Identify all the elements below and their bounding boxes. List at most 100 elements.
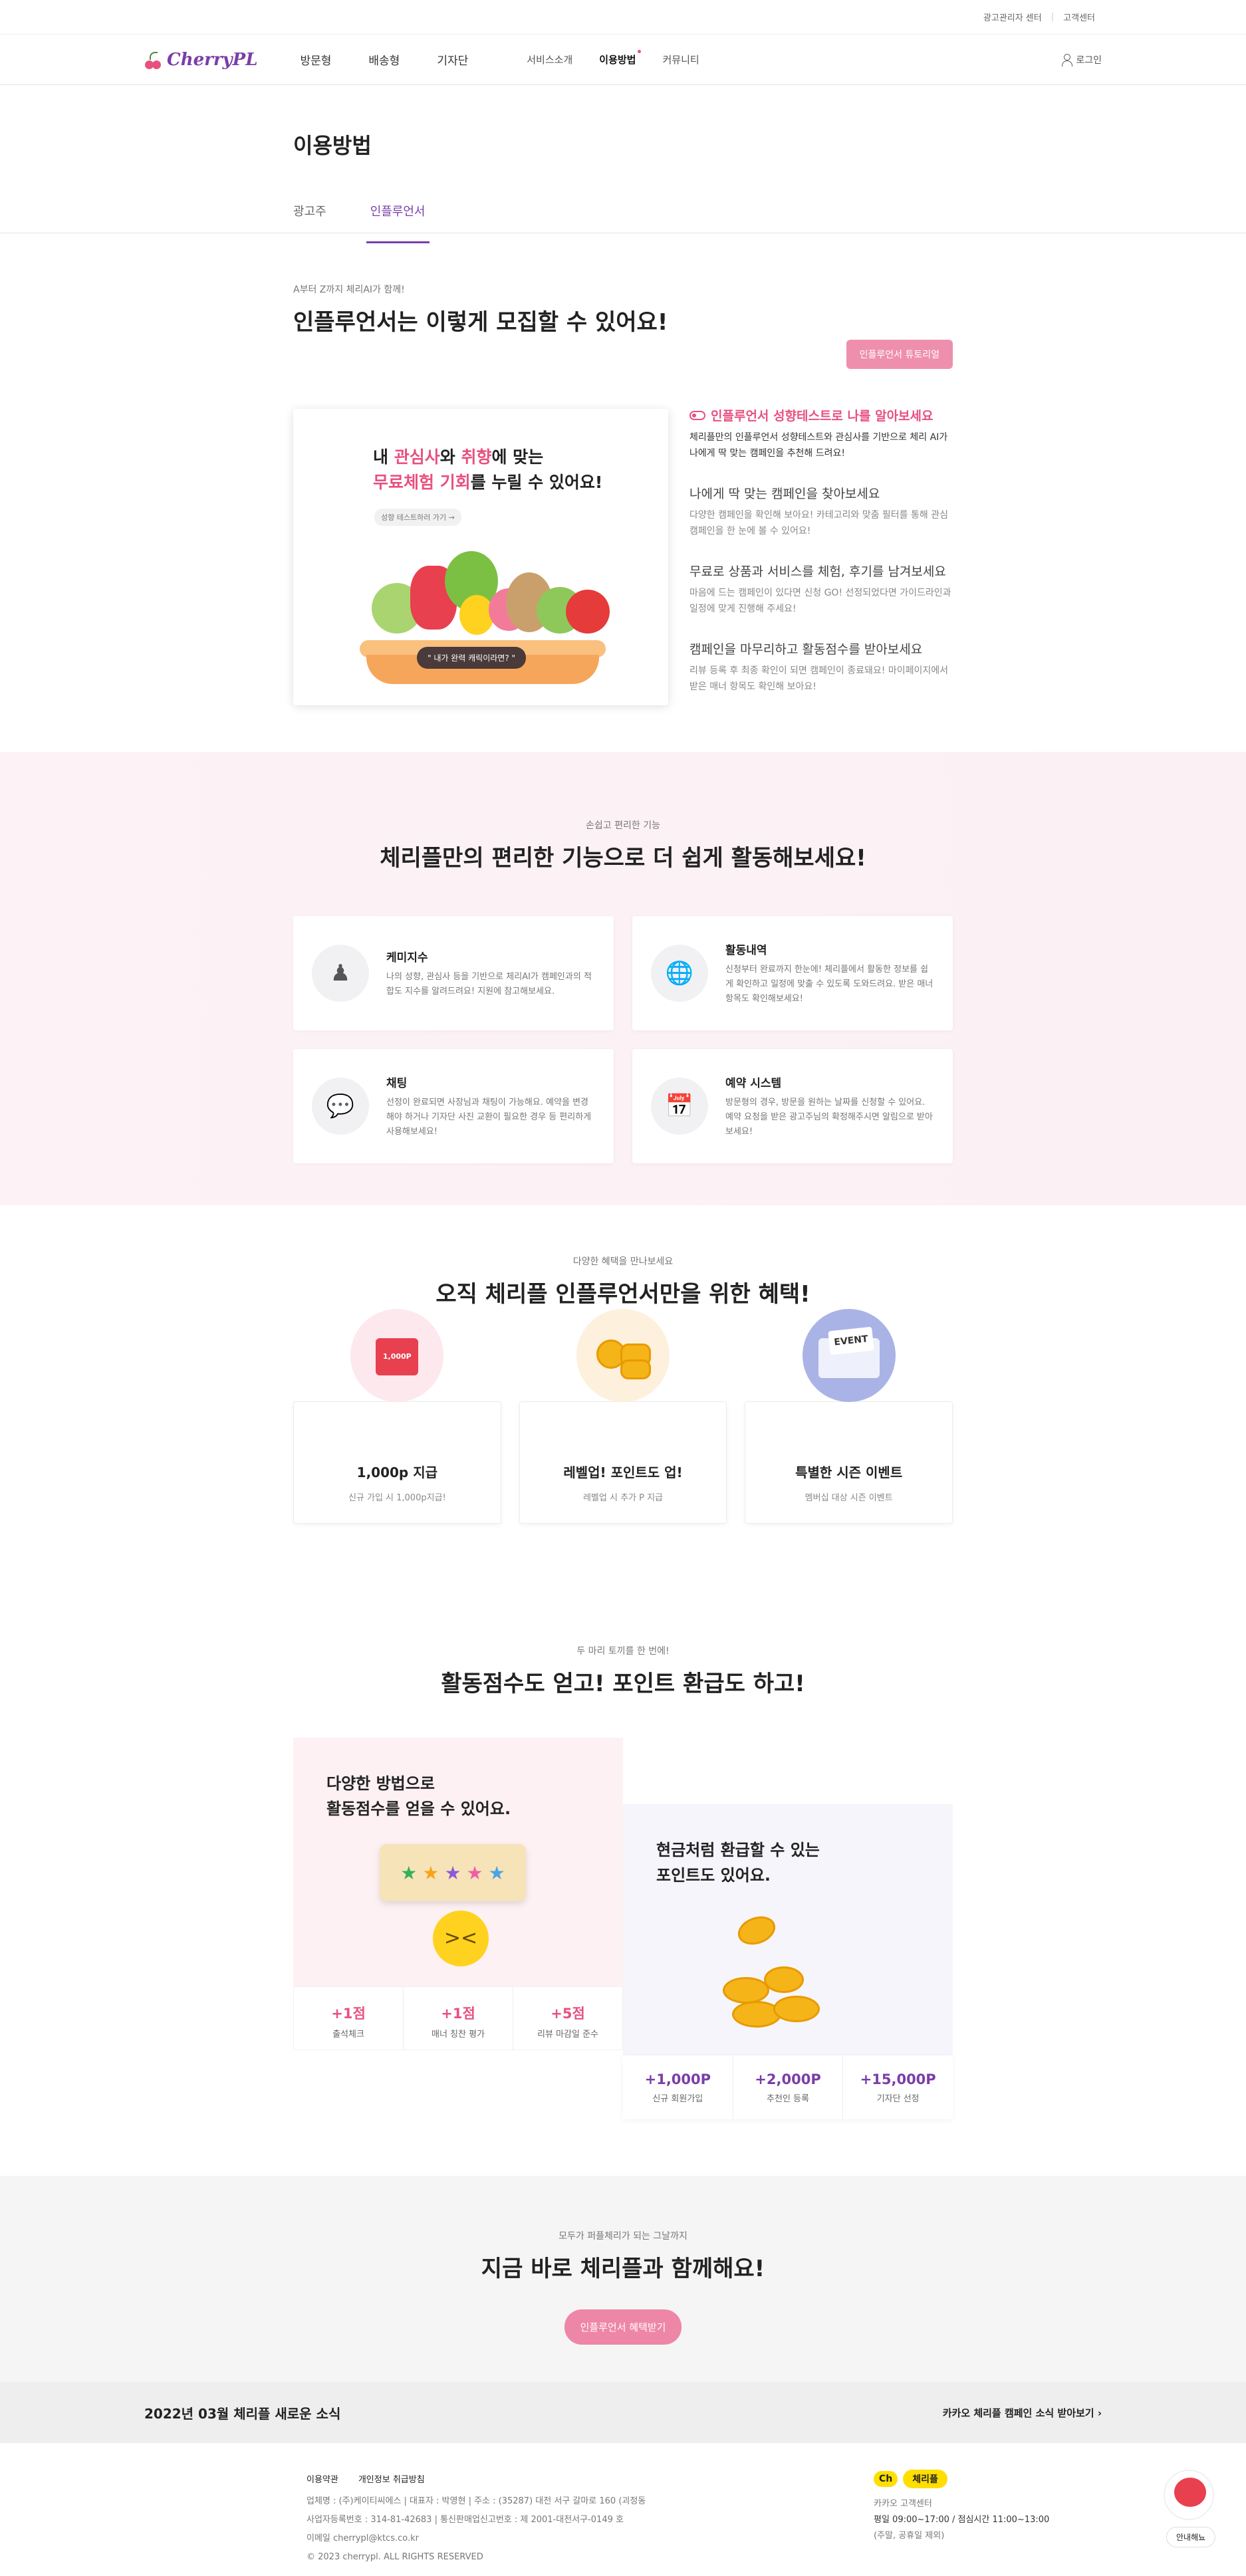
laughing-emoji-icon: >< bbox=[433, 1911, 489, 1966]
feature-desc: 나의 성향, 관심사 등을 기반으로 체리AI가 캠페인과의 적합도 지수를 알… bbox=[386, 971, 592, 996]
feature-card: 📅 예약 시스템방문형의 경우, 방문을 원하는 날짜를 신청할 수 있어요. … bbox=[632, 1049, 953, 1163]
cherry-icon bbox=[144, 51, 163, 69]
chat-icon: 💬 bbox=[312, 1078, 369, 1135]
login-link[interactable]: 로그인 bbox=[1061, 53, 1102, 66]
tab-bar: 광고주 인플루언서 bbox=[293, 202, 953, 243]
star-icon: ★ bbox=[444, 1861, 461, 1884]
benefit-card: 1,000P 1,000p 지급 신규 가입 시 1,000p지급! bbox=[293, 1309, 501, 1524]
event-badge: EVENT bbox=[827, 1326, 874, 1355]
nav-service-intro[interactable]: 서비스소개 bbox=[527, 53, 572, 66]
ad-manager-link[interactable]: 광고관리자 센터 bbox=[983, 11, 1042, 23]
people-icon: ♟ bbox=[312, 945, 369, 1002]
stat-item: +15,000P 기자단 선정 bbox=[860, 2071, 936, 2104]
sub-nav: 서비스소개 이용방법 커뮤니티 bbox=[527, 50, 699, 66]
nav-delivery[interactable]: 배송형 bbox=[368, 51, 400, 68]
points-panels: 다양한 방법으로 활동점수를 얻을 수 있어요. ★ ★ ★ ★ ★ >< +1점 출석체크… bbox=[293, 1738, 953, 2119]
step-item: 나에게 딱 맞는 캠페인을 찾아보세요 다양한 캠페인을 확인해 보아요! 카테… bbox=[689, 484, 953, 539]
benefits-section: 다양한 혜택을 만나보세요 오직 체리플 인플루언서만을 위한 혜택! 1,00… bbox=[0, 1205, 1246, 1604]
kakao-subscribe-link[interactable]: 카카오 체리플 캠페인 소식 받아보기 › bbox=[943, 2406, 1102, 2420]
recruit-illustration: 내 관심사와 취향에 맞는 무료체험 기회를 누릴 수 있어요! 성향 테스트하… bbox=[293, 409, 668, 705]
illustration-bubble: " 내가 완력 캐릭이라면? " bbox=[417, 647, 527, 669]
utility-bar: 광고관리자 센터 | 고객센터 bbox=[0, 0, 1246, 35]
feature-title: 채팅 bbox=[386, 1076, 408, 1090]
fruit-character bbox=[566, 590, 610, 634]
feature-desc: 신청부터 완료까지 한눈에! 체리플에서 활동한 정보를 쉽게 확인하고 일정에… bbox=[725, 964, 934, 1004]
footer: 이용약관 개인정보 취급방침 업체명 : (주)케이티씨에스 | 대표자 : 박… bbox=[0, 2443, 1246, 2576]
star-icon: ★ bbox=[422, 1861, 439, 1884]
logo[interactable]: CherryPL bbox=[144, 50, 257, 70]
cta-kicker: 모두가 퍼플체리가 되는 그날까지 bbox=[559, 2231, 687, 2242]
feature-title: 예약 시스템 bbox=[725, 1076, 782, 1090]
step-desc: 마음에 드는 캠페인이 있다면 신청 GO! 선정되었다면 가이드라인과 일정에… bbox=[689, 588, 951, 614]
features-kicker: 손쉽고 편리한 기능 bbox=[586, 820, 660, 831]
recruit-title: 인플루언서는 이렇게 모집할 수 있어요! bbox=[293, 309, 668, 336]
terms-link[interactable]: 이용약관 bbox=[307, 2472, 338, 2485]
guide-button[interactable]: 안내해뇨 bbox=[1166, 2527, 1216, 2547]
globe-search-icon: 🌐 bbox=[651, 945, 708, 1002]
mascot-chat-icon[interactable] bbox=[1164, 2470, 1214, 2520]
coins-icon bbox=[576, 1309, 670, 1402]
page-header: 이용방법 광고주 인플루언서 bbox=[0, 129, 1246, 243]
step-item: 인플루언서 성향테스트로 나를 알아보세요 체리플만의 인플루언서 성향테스트와… bbox=[689, 406, 953, 461]
benefit-title: 레벨업! 포인트도 업! bbox=[563, 1464, 683, 1480]
step-title: 인플루언서 성향테스트로 나를 알아보세요 bbox=[711, 409, 934, 423]
cash-points-heading: 현금처럼 환급할 수 있는 포인트도 있어요. bbox=[656, 1841, 820, 1885]
features-section: 손쉽고 편리한 기능 체리플만의 편리한 기능으로 더 쉽게 활동해보세요! ♟… bbox=[0, 752, 1246, 1205]
kakao-cs: Ch 체리플 카카오 고객센터 평일 09:00~17:00 / 점심시간 11… bbox=[874, 2470, 1049, 2544]
feature-card: 💬 채팅선정이 완료되면 사장님과 채팅이 가능해요. 예약을 변경해야 하거나… bbox=[293, 1049, 614, 1163]
benefit-title: 1,000p 지급 bbox=[356, 1464, 437, 1480]
nav-community[interactable]: 커뮤니티 bbox=[662, 53, 699, 66]
star-icon: ★ bbox=[400, 1861, 418, 1884]
tutorial-button[interactable]: 인플루언서 튜토리얼 bbox=[846, 340, 953, 369]
tab-influencer[interactable]: 인플루언서 bbox=[366, 202, 430, 243]
step-desc: 리뷰 등록 후 최종 확인이 되면 캠페인이 종료돼요! 마이페이지에서 받은 … bbox=[689, 665, 948, 692]
divider: | bbox=[1051, 12, 1055, 22]
benefit-desc: 레벨업 시 추가 P 지급 bbox=[582, 1493, 664, 1503]
customer-center-link[interactable]: 고객센터 bbox=[1063, 11, 1095, 23]
news-title: 2022년 03월 체리플 새로운 소식 bbox=[144, 2405, 341, 2422]
activity-score-panel: 다양한 방법으로 활동점수를 얻을 수 있어요. ★ ★ ★ ★ ★ >< +1점 출석체크… bbox=[293, 1738, 623, 2050]
toggle-icon bbox=[689, 410, 705, 420]
recruit-steps: 인플루언서 성향테스트로 나를 알아보세요 체리플만의 인플루언서 성향테스트와… bbox=[689, 406, 953, 717]
calendar-icon: 📅 bbox=[651, 1078, 708, 1135]
gift-badge: 1,000P bbox=[376, 1338, 419, 1375]
kakao-channel-name: 체리플 bbox=[903, 2470, 947, 2488]
star-icon: ★ bbox=[488, 1861, 505, 1884]
points-title: 활동점수도 얻고! 포인트 환급도 하고! bbox=[441, 1671, 805, 1697]
login-label: 로그인 bbox=[1076, 55, 1102, 66]
points-section: 두 마리 토끼를 한 번에! 활동점수도 얻고! 포인트 환급도 하고! 다양한… bbox=[0, 1604, 1246, 2176]
nav-reporter[interactable]: 기자단 bbox=[437, 51, 468, 68]
step-desc: 다양한 캠페인을 확인해 보아요! 카테고리와 맞춤 필터를 통해 관심 캠페인… bbox=[689, 510, 948, 536]
step-desc: 체리플만의 인플루언서 성향테스트와 관심사를 기반으로 체리 AI가 나에게 … bbox=[689, 432, 948, 459]
points-kicker: 두 마리 토끼를 한 번에! bbox=[576, 1646, 670, 1657]
features-title: 체리플만의 편리한 기능으로 더 쉽게 활동해보세요! bbox=[380, 845, 866, 872]
feature-desc: 선정이 완료되면 사장님과 채팅이 가능해요. 예약을 변경해야 하거나 기자단… bbox=[386, 1097, 592, 1137]
privacy-link[interactable]: 개인정보 취급방침 bbox=[358, 2472, 425, 2485]
get-benefits-button[interactable]: 인플루언서 혜택받기 bbox=[564, 2309, 682, 2345]
benefit-title: 특별한 시즌 이벤트 bbox=[795, 1464, 903, 1480]
benefits-title: 오직 체리플 인플루언서만을 위한 혜택! bbox=[436, 1281, 810, 1308]
kakao-channel-button[interactable]: Ch 체리플 bbox=[874, 2470, 1049, 2488]
feature-title: 활동내역 bbox=[725, 943, 767, 957]
gift-icon: 1,000P bbox=[350, 1309, 444, 1402]
step-title: 캠페인을 마무리하고 활동점수를 받아보세요 bbox=[689, 642, 923, 657]
benefit-card: EVENT 특별한 시즌 이벤트 멤버십 대상 시즌 이벤트 bbox=[745, 1309, 953, 1524]
step-item: 무료로 상품과 서비스를 체험, 후기를 남겨보세요 마음에 드는 캠페인이 있… bbox=[689, 562, 953, 617]
feature-desc: 방문형의 경우, 방문을 원하는 날짜를 신청할 수 있어요. 예약 요청을 받… bbox=[725, 1097, 933, 1137]
benefit-card: 레벨업! 포인트도 업! 레벨업 시 추가 P 지급 bbox=[519, 1309, 727, 1524]
footer-links: 이용약관 개인정보 취급방침 bbox=[307, 2472, 425, 2485]
main-header: CherryPL 방문형 배송형 기자단 서비스소개 이용방법 커뮤니티 로그인 bbox=[0, 35, 1246, 85]
logo-text: CherryPL bbox=[167, 49, 258, 70]
nav-how-to-use[interactable]: 이용방법 bbox=[599, 50, 642, 66]
nav-visit[interactable]: 방문형 bbox=[300, 51, 331, 68]
feature-card: 🌐 활동내역신청부터 완료까지 한눈에! 체리플에서 활동한 정보를 쉽게 확인… bbox=[632, 916, 953, 1030]
benefit-desc: 멤버십 대상 시즌 이벤트 bbox=[805, 1493, 893, 1503]
step-item: 캠페인을 마무리하고 활동점수를 받아보세요 리뷰 등록 후 최종 확인이 되면… bbox=[689, 640, 953, 695]
tab-advertiser[interactable]: 광고주 bbox=[293, 202, 326, 233]
benefits-list: 1,000P 1,000p 지급 신규 가입 시 1,000p지급! 레벨업! … bbox=[293, 1309, 953, 1524]
recruit-kicker: A부터 Z까지 체리AI가 함께! bbox=[293, 285, 405, 295]
illustration-headline: 내 관심사와 취향에 맞는 무료체험 기회를 누릴 수 있어요! bbox=[373, 447, 603, 492]
stat-item: +2,000P 추천인 등록 bbox=[733, 2055, 844, 2119]
personality-test-link[interactable]: 성향 테스트하러 가기 → bbox=[374, 509, 461, 526]
user-icon bbox=[1061, 53, 1073, 66]
